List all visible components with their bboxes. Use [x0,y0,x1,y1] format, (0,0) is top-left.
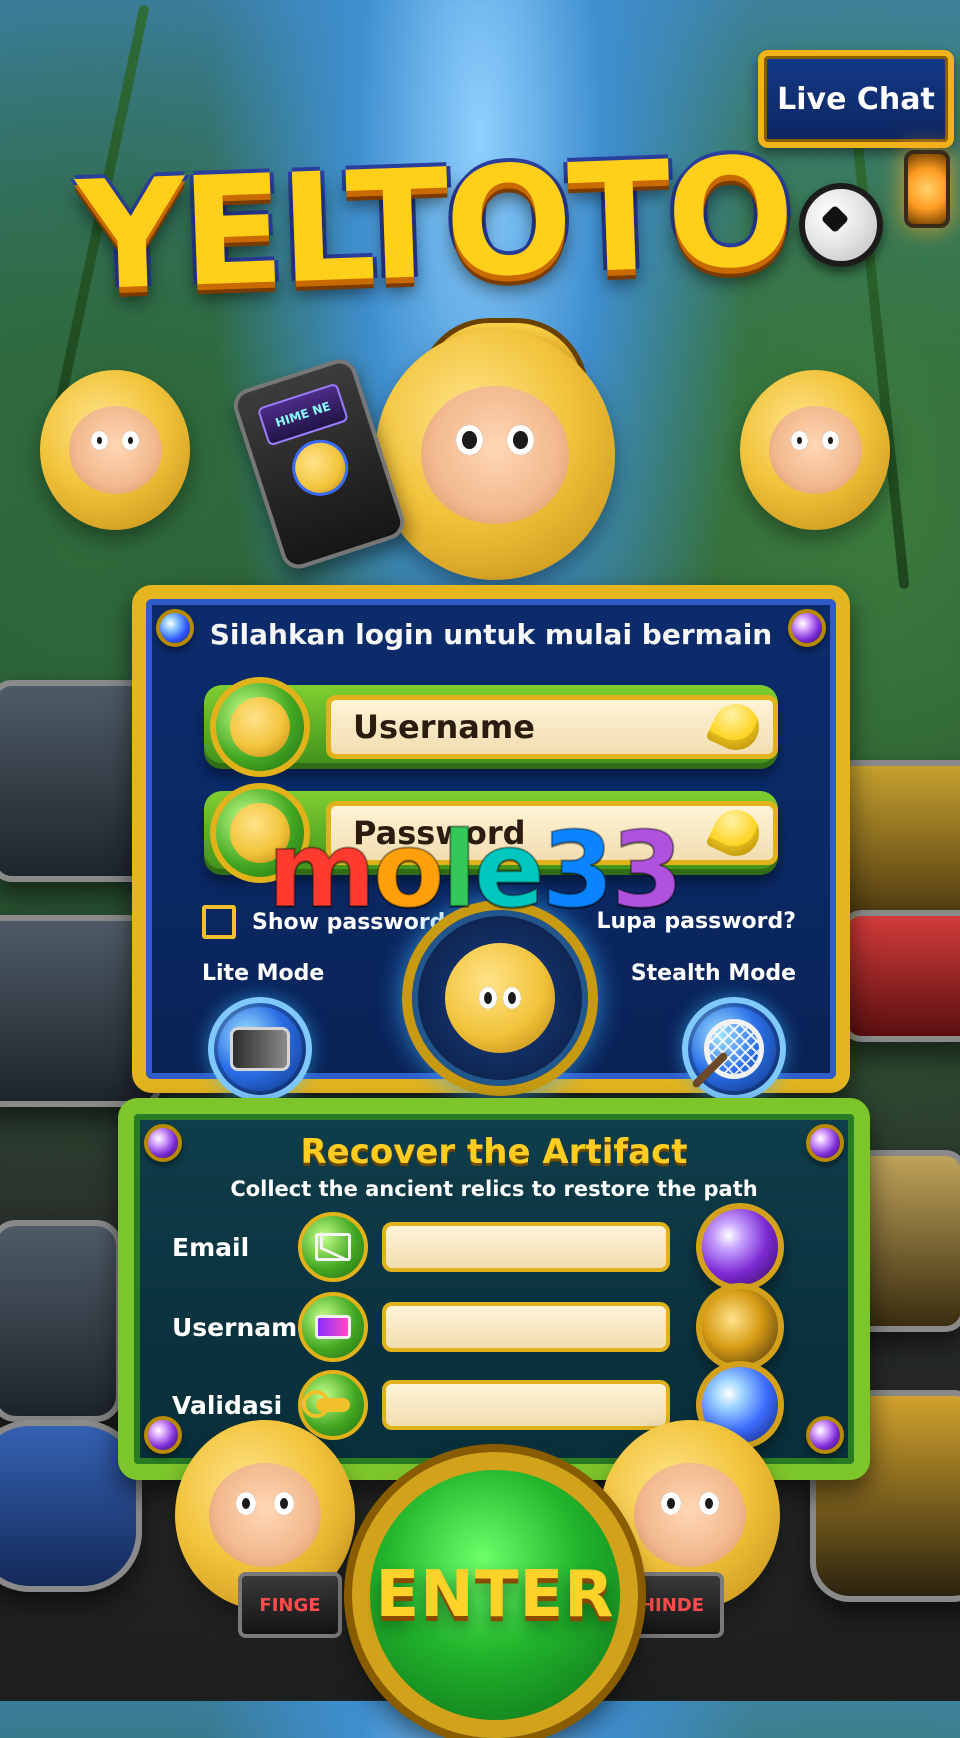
lite-mode-button[interactable] [208,997,312,1101]
battery-icon [230,1027,290,1071]
username-placeholder: Username [353,708,535,746]
username-row: Username [204,677,778,777]
watermark: mole33 [214,808,734,932]
monkey-face [209,1462,321,1568]
watermark-text: mole33 [267,808,685,932]
key-icon [298,1370,368,1440]
handheld-device: HIME NE [229,354,409,574]
username-monkey-icon [210,677,310,777]
email-input[interactable] [382,1222,670,1272]
watermark-char: 3 [541,808,615,932]
lantern-icon [904,150,950,228]
device-monkey-icon [284,432,356,504]
key-glyph [302,1390,350,1418]
stealth-mode-button[interactable] [682,997,786,1101]
battery-glyph [315,1315,351,1339]
net-icon [704,1019,764,1079]
monkey-emblem-icon [445,943,555,1053]
recover-label-username: Username [172,1312,315,1342]
live-chat-label: Live Chat [777,81,935,117]
recover-title: Recover the Artifact [300,1132,688,1172]
recover-row-email: Email [172,1203,812,1291]
battery-icon [298,1292,368,1362]
recover-subtitle: Collect the ancient relics to restore th… [230,1177,758,1201]
watermark-char: o [372,808,445,932]
recover-label-email: Email [172,1232,250,1262]
recover-label-validasi: Validasi [172,1390,283,1420]
lite-mode-label: Lite Mode [202,961,325,986]
banana-icon [705,696,767,758]
watermark-char: 3 [610,808,684,932]
device-right-text: HINDE [639,1594,705,1616]
login-title: Silahkan login untuk mulai bermain [209,617,773,651]
watermark-char: m [267,808,377,932]
stealth-mode-label: Stealth Mode [630,961,796,986]
watermark-char: e [473,808,546,932]
monkey-face-icon [230,697,290,757]
validasi-input[interactable] [382,1380,670,1430]
center-monkey-mascot [375,330,615,580]
enter-button[interactable]: ENTER [352,1452,638,1738]
monkey-face [768,406,862,494]
logo-text: YELTOTO [74,125,794,325]
watermark-char: l [440,808,478,932]
username-input[interactable]: Username [326,695,778,759]
monkey-face [420,386,570,524]
recover-username-input[interactable] [382,1302,670,1352]
left-machine-3 [0,1220,122,1422]
live-chat-button[interactable]: Live Chat [758,50,954,148]
device-left-text: FINGE [259,1594,321,1616]
left-monkey-mascot [40,370,190,530]
device-screen: HIME NE [256,382,350,447]
recover-panel: Recover the Artifact Collect the ancient… [118,1098,870,1480]
monkey-device-left: FINGE [238,1572,342,1638]
enter-label: ENTER [375,1558,615,1632]
right-cart [840,910,960,1042]
recover-row-username: Username [172,1283,812,1371]
purple-gem-icon [696,1203,784,1291]
swirl-coin-icon [696,1283,784,1371]
mail-glyph [315,1233,351,1261]
monkey-face [634,1462,746,1568]
monkey-face [68,406,162,494]
soccer-ball-icon [798,183,883,267]
mail-icon [298,1212,368,1282]
right-monkey-mascot [740,370,890,530]
